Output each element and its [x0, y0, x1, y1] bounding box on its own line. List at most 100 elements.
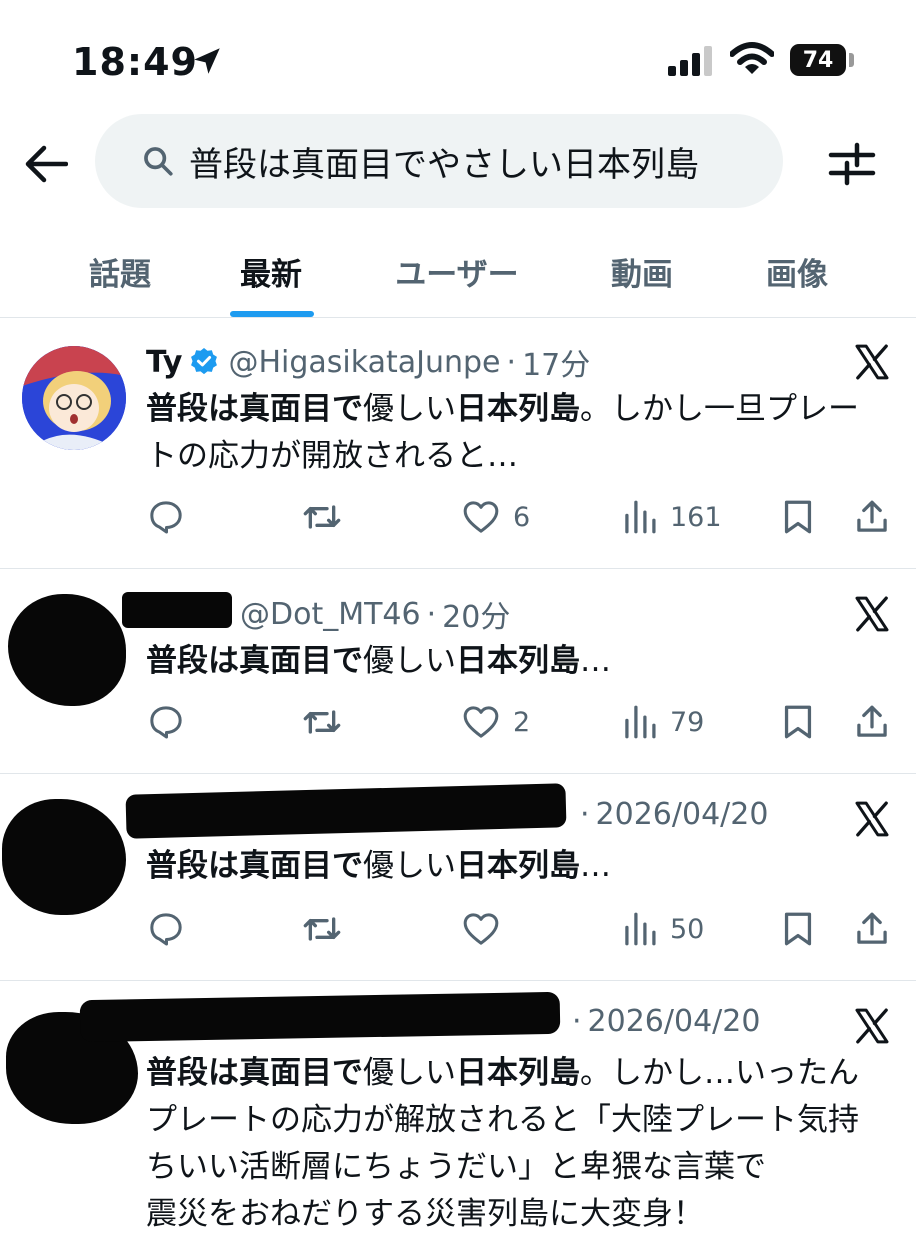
tweet[interactable]: Ty @HigasikataJunpe · 17分 普段は真面目で優しい日本列島…: [0, 318, 916, 569]
bookmark-button[interactable]: [780, 904, 816, 954]
redacted-name: [79, 991, 561, 1043]
timestamp[interactable]: 17分: [522, 340, 590, 384]
tweet-header: Ty @HigasikataJunpe · 17分: [146, 340, 590, 384]
tab-people[interactable]: ユーザー: [380, 225, 534, 317]
tweet-header: · 2026/04/20: [574, 797, 768, 832]
share-button[interactable]: [854, 492, 890, 542]
reply-icon: [150, 706, 182, 739]
x-logo-icon: [855, 596, 889, 632]
tweet-header: @Dot_MT46 · 20分: [240, 592, 510, 636]
tab-videos[interactable]: 動画: [590, 225, 694, 317]
status-time: 18:49: [72, 40, 198, 84]
search-icon: [144, 147, 173, 176]
like-button[interactable]: [461, 904, 501, 954]
filter-icon: [828, 142, 876, 186]
timestamp[interactable]: 20分: [442, 592, 510, 636]
text-segment: 優しい: [363, 1055, 456, 1091]
signal-icon: [668, 46, 716, 80]
status-bar: 18:49 74: [0, 0, 916, 120]
avatar[interactable]: [8, 594, 126, 706]
wifi-icon: [729, 42, 775, 80]
bookmark-icon: [784, 912, 812, 946]
x-logo-icon: [855, 801, 889, 837]
reply-button[interactable]: [146, 492, 186, 542]
like-count: 2: [513, 706, 531, 738]
text-highlight: 普段は真面目で: [146, 1055, 363, 1091]
handle[interactable]: @Dot_MT46: [240, 597, 421, 632]
filter-button[interactable]: [822, 136, 882, 192]
text-segment-cut: 震災をおねだりする災害列島に大変身！: [146, 1196, 704, 1232]
battery-cap: [849, 53, 854, 67]
text-highlight: 普段は真面目で: [146, 391, 363, 427]
tweet[interactable]: · 2026/04/20 普段は真面目で優しい日本列島。しかし…いったんプレート…: [0, 982, 916, 1232]
handle[interactable]: @HigasikataJunpe: [228, 345, 500, 380]
views-button[interactable]: 50: [622, 904, 704, 954]
search-box[interactable]: [95, 114, 783, 208]
view-count: 161: [670, 501, 722, 533]
share-button[interactable]: [854, 697, 890, 747]
heart-icon: [463, 913, 499, 945]
verified-badge-icon: [191, 348, 218, 375]
text-highlight: 日本列島: [456, 643, 580, 679]
tab-latest[interactable]: 最新: [219, 225, 323, 317]
share-icon: [857, 705, 887, 737]
text-highlight: 普段は真面目で: [146, 848, 363, 884]
separator-dot: ·: [580, 797, 590, 832]
share-button[interactable]: [854, 904, 890, 954]
x-logo-icon: [855, 344, 889, 380]
bookmark-button[interactable]: [780, 492, 816, 542]
reply-icon: [150, 501, 182, 534]
bookmark-icon: [784, 500, 812, 534]
reply-button[interactable]: [146, 697, 186, 747]
back-button[interactable]: [22, 140, 70, 188]
separator-dot: ·: [506, 344, 517, 380]
tweet[interactable]: · 2026/04/20 普段は真面目で優しい日本列島… 50: [0, 775, 916, 981]
views-button[interactable]: 161: [622, 492, 722, 542]
reply-button[interactable]: [146, 904, 186, 954]
view-count: 79: [670, 706, 705, 738]
retweet-icon: [303, 710, 341, 734]
views-button[interactable]: 79: [622, 697, 704, 747]
timestamp[interactable]: 2026/04/20: [596, 797, 769, 832]
tab-top[interactable]: 話題: [68, 225, 172, 317]
tweet-text: 普段は真面目で優しい日本列島…: [146, 843, 881, 890]
text-segment: …: [580, 643, 611, 679]
display-name[interactable]: Ty: [146, 345, 182, 380]
separator-dot: ·: [426, 596, 437, 632]
views-icon: [625, 500, 656, 534]
search-tabs: 話題 最新 ユーザー 動画 画像: [0, 225, 916, 318]
battery-icon: 74: [790, 44, 846, 76]
tweet-actions: 2 79: [146, 697, 896, 747]
views-icon: [625, 912, 656, 946]
separator-dot: ·: [572, 1004, 582, 1039]
redacted-name: [122, 592, 232, 628]
retweet-icon: [303, 917, 341, 941]
retweet-button[interactable]: [300, 492, 344, 542]
text-segment: 優しい: [363, 391, 456, 427]
retweet-button[interactable]: [300, 904, 344, 954]
share-icon: [857, 500, 887, 532]
text-segment: 優しい: [363, 643, 456, 679]
bookmark-button[interactable]: [780, 697, 816, 747]
text-highlight: 日本列島: [456, 848, 580, 884]
tweet-text: 普段は真面目で優しい日本列島。しかし一旦プレートの応力が開放されると…: [146, 386, 881, 480]
bookmark-icon: [784, 705, 812, 739]
avatar[interactable]: [2, 799, 126, 915]
like-button[interactable]: 6: [461, 492, 530, 542]
search-input[interactable]: [189, 141, 779, 181]
x-logo-icon: [855, 1008, 889, 1044]
tweet[interactable]: @Dot_MT46 · 20分 普段は真面目で優しい日本列島… 2 79: [0, 570, 916, 774]
back-arrow-icon: [25, 145, 68, 183]
view-count: 50: [670, 913, 705, 945]
retweet-button[interactable]: [300, 697, 344, 747]
avatar[interactable]: [22, 346, 126, 450]
retweet-icon: [303, 505, 341, 529]
tweet-header: · 2026/04/20: [566, 1004, 760, 1039]
like-button[interactable]: 2: [461, 697, 530, 747]
tab-images[interactable]: 画像: [745, 225, 849, 317]
timestamp[interactable]: 2026/04/20: [588, 1004, 761, 1039]
text-segment: …: [580, 848, 611, 884]
heart-icon: [463, 501, 499, 533]
text-highlight: 日本列島: [456, 391, 580, 427]
redacted-name: [125, 783, 567, 839]
